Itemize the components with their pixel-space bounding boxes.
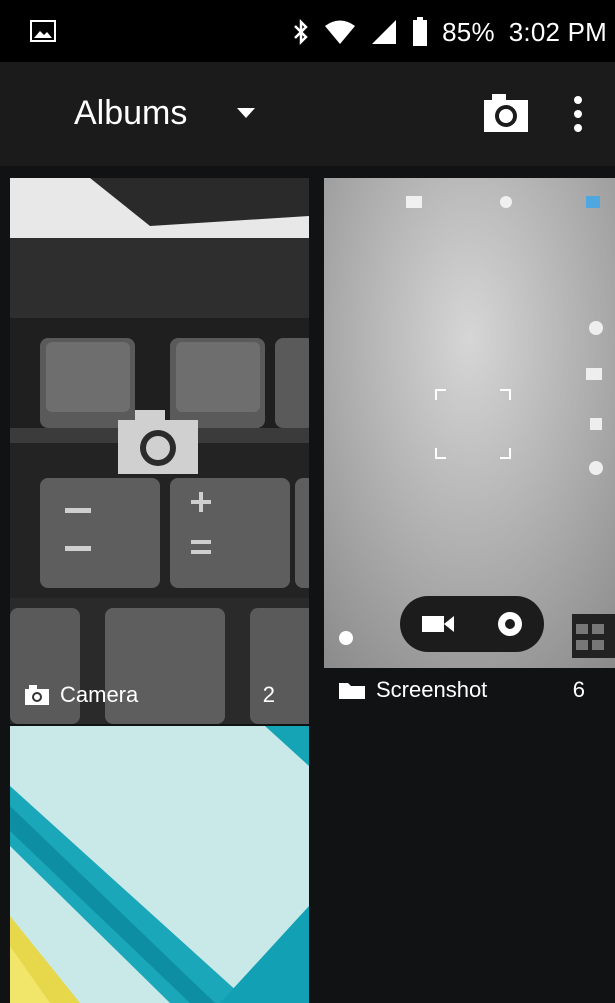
wallpaper-album-thumbnail — [10, 726, 309, 1003]
camera-icon — [25, 685, 49, 705]
status-indicators: 85% 3:02 PM — [292, 16, 607, 48]
albums-dropdown[interactable]: Albums — [74, 90, 256, 136]
album-tile-wallpaper[interactable] — [10, 726, 309, 1003]
album-tile-screenshot[interactable]: Screenshot 6 — [324, 178, 615, 712]
bluetooth-icon — [294, 18, 308, 46]
battery-icon — [413, 17, 428, 46]
album-label-bar: Screenshot 6 — [324, 668, 615, 712]
camera-album-thumbnail — [10, 178, 309, 724]
album-count: 2 — [262, 682, 275, 707]
clock: 3:02 PM — [508, 16, 607, 47]
battery-percent: 85% — [442, 16, 495, 47]
cell-signal-icon — [372, 20, 397, 44]
album-label-bar: Camera 2 — [10, 666, 309, 724]
dropdown-arrow-icon — [237, 108, 256, 118]
wifi-icon — [325, 20, 356, 44]
gallery-notification-icon — [30, 20, 56, 42]
album-name: Screenshot — [376, 677, 488, 702]
album-count: 6 — [572, 677, 585, 702]
album-tile-camera[interactable]: Camera 2 — [10, 178, 309, 724]
screenshot-album-thumbnail — [324, 178, 615, 712]
folder-icon — [339, 683, 365, 699]
album-name: Camera — [60, 682, 139, 707]
camera-icon[interactable] — [482, 88, 530, 136]
app-bar: Albums — [0, 62, 615, 166]
page-title: Albums — [74, 93, 188, 132]
status-bar: 85% 3:02 PM — [0, 0, 615, 62]
overflow-menu-icon[interactable] — [566, 90, 590, 138]
